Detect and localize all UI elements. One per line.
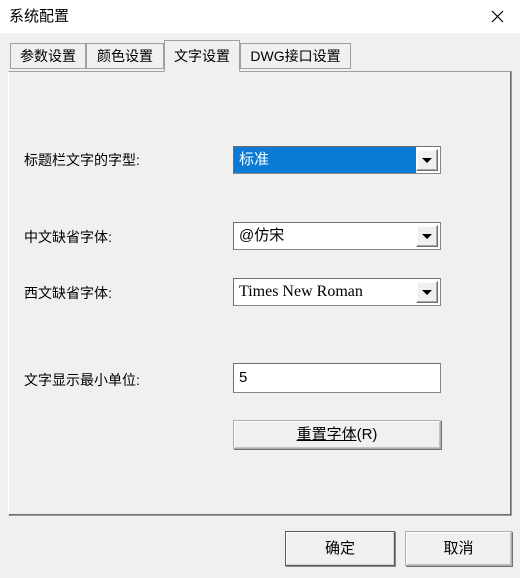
tab-color-settings[interactable]: 颜色设置 xyxy=(86,43,164,69)
close-icon xyxy=(491,10,504,23)
chevron-down-icon[interactable] xyxy=(416,225,438,247)
reset-font-button[interactable]: 重置字体 (R) xyxy=(233,420,441,449)
western-font-label: 西文缺省字体: xyxy=(24,285,112,301)
window-title: 系统配置 xyxy=(9,8,70,25)
tab-text-settings[interactable]: 文字设置 xyxy=(164,40,240,72)
chevron-down-icon[interactable] xyxy=(416,281,438,303)
western-font-combobox[interactable]: Times New Roman xyxy=(233,278,441,306)
cancel-button[interactable]: 取消 xyxy=(405,531,512,566)
title-font-value: 标准 xyxy=(234,147,416,173)
chevron-down-icon[interactable] xyxy=(416,149,438,171)
tab-label: 参数设置 xyxy=(20,48,76,64)
chinese-font-label: 中文缺省字体: xyxy=(24,229,112,245)
reset-font-accel: (R) xyxy=(356,425,378,443)
tab-label: 文字设置 xyxy=(174,48,230,64)
reset-font-label: 重置字体 xyxy=(296,425,357,443)
title-font-label: 标题栏文字的字型: xyxy=(24,152,140,168)
ok-button-label: 确定 xyxy=(324,539,355,557)
chinese-font-combobox[interactable]: @仿宋 xyxy=(233,222,441,250)
title-font-combobox[interactable]: 标准 xyxy=(233,146,441,174)
tab-strip: 参数设置 颜色设置 文字设置 DWG接口设置 xyxy=(0,33,520,72)
close-button[interactable] xyxy=(474,0,520,33)
tab-label: 颜色设置 xyxy=(97,48,153,64)
chinese-font-value: @仿宋 xyxy=(234,223,416,249)
min-unit-label: 文字显示最小单位: xyxy=(24,372,140,388)
western-font-value: Times New Roman xyxy=(234,279,416,305)
title-bar: 系统配置 xyxy=(0,0,520,34)
tab-parameter-settings[interactable]: 参数设置 xyxy=(10,43,86,69)
tab-label: DWG接口设置 xyxy=(250,48,341,64)
cancel-button-label: 取消 xyxy=(443,539,474,557)
min-unit-input[interactable]: 5 xyxy=(233,363,441,393)
tab-dwg-interface-settings[interactable]: DWG接口设置 xyxy=(240,43,351,69)
ok-button[interactable]: 确定 xyxy=(285,531,395,566)
